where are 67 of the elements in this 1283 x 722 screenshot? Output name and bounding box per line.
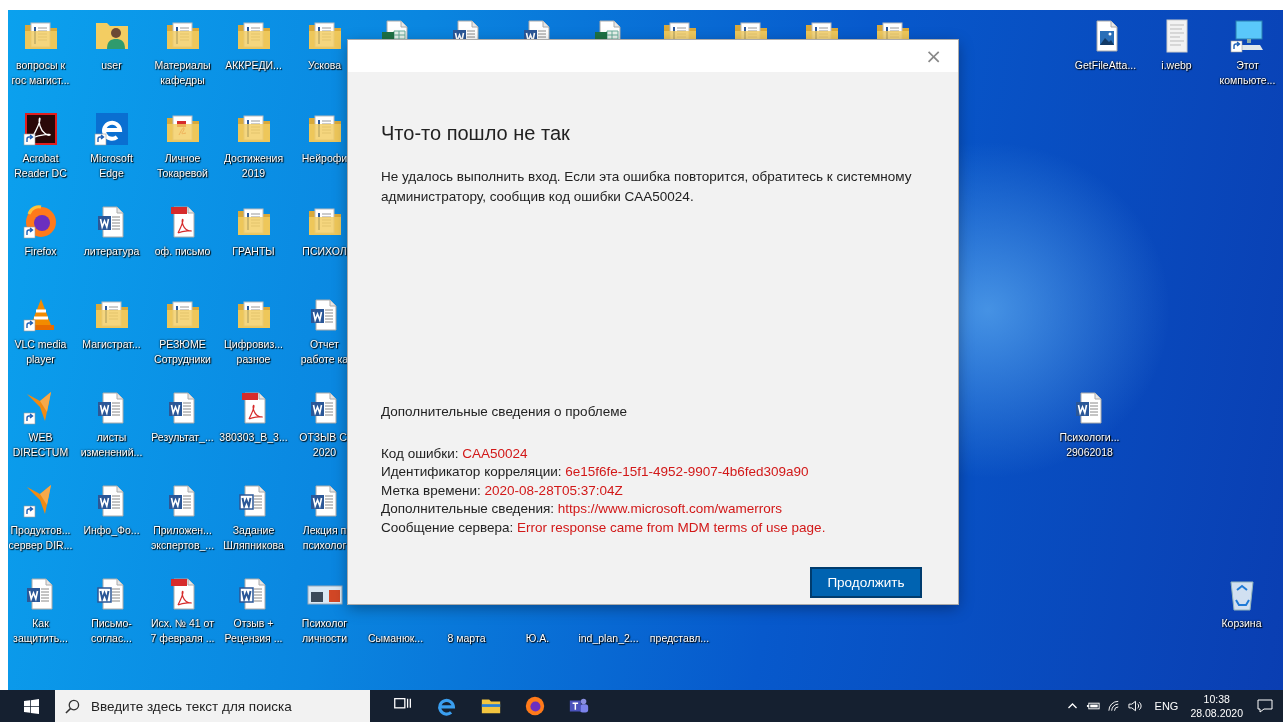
search-icon (65, 699, 80, 714)
detail-line: Идентификатор корреляции: 6e15f6fe-15f1-4952-9907-4b6fed309a90 (381, 463, 810, 481)
icon-label[interactable]: Отзыв + Рецензия ... (224, 616, 283, 646)
icon-label[interactable]: Материалы кафедры (154, 58, 211, 88)
detail-line: Сообщение сервера: Error response came from MDM terms of use page. (381, 518, 827, 537)
icon-label[interactable]: Microsoft Edge (90, 151, 133, 181)
browser-icon[interactable] (93, 111, 130, 147)
icon-label[interactable]: 8 марта (447, 631, 486, 646)
icon-label[interactable]: Задание Шляпникова (223, 523, 284, 553)
icon-label[interactable]: АККРЕДИ... (225, 58, 282, 73)
icon-label[interactable]: Лекция п психолог (302, 523, 347, 553)
icon-label[interactable]: РЕЗЮМЕ Сотрудники (154, 337, 211, 367)
icon-label[interactable]: оф. письмо (154, 244, 211, 259)
icon-label[interactable]: Ю.А. (525, 631, 550, 646)
icon-label[interactable]: GetFileAtta... (1074, 58, 1137, 73)
language-indicator[interactable]: ENG (1154, 700, 1179, 712)
icon-label[interactable]: 380303_В_3... (219, 430, 288, 445)
icon-label[interactable]: Сыманюк... (367, 631, 424, 646)
error-message: Не удалось выполнить вход. Если эта ошибка повторится, обратитесь к системному администратору, сообщив код ошибки CAA50024. (381, 168, 913, 206)
icon-label[interactable]: Инфо_Фо... (83, 523, 140, 538)
volume-icon[interactable] (1127, 700, 1143, 712)
icon-label[interactable]: литература (83, 244, 140, 259)
clock[interactable]: 10:38 28.08.2020 (1190, 692, 1243, 720)
icon-label[interactable]: Письмо- соглас... (91, 616, 132, 646)
icon-label[interactable]: Результат_... (151, 430, 214, 445)
icon-label[interactable]: Продуктов... сервер DIR... (8, 523, 73, 553)
icon-label[interactable]: Приложен... экспертов_... (150, 523, 215, 553)
icon-label[interactable]: Отчет работе ка (300, 337, 349, 367)
icon-label[interactable]: Исх. № 41 от 7 февраля ... (150, 616, 215, 646)
icon-label[interactable]: WEB DIRECTUM (12, 430, 69, 460)
icon-label[interactable]: Как защитить... (13, 616, 68, 646)
icon-label[interactable]: Acrobat Reader DC (14, 151, 67, 181)
fox-browser-icon[interactable] (22, 204, 59, 240)
icon-label[interactable]: Firefox (24, 244, 57, 259)
icon-label[interactable]: вопросы к гос магист... (11, 58, 70, 88)
dialog-heading: Что-то пошло не так (381, 122, 571, 145)
notification-icon[interactable] (1257, 698, 1273, 714)
icon-label[interactable]: Корзина (1221, 616, 1262, 631)
icon-label[interactable]: ПСИХОЛ (302, 244, 347, 259)
computer-icon[interactable] (1229, 18, 1266, 54)
fox-browser-icon[interactable] (524, 695, 546, 717)
icon-label[interactable]: Этот компьюте... (1219, 58, 1276, 88)
detail-line: Код ошибки: CAA50024 (381, 444, 529, 463)
icon-label[interactable]: VLC media player (14, 337, 67, 367)
icon-label[interactable]: Цифровиз... разное (224, 337, 283, 367)
icon-label[interactable]: Психолог личности (301, 616, 348, 646)
icon-label[interactable]: ГРАНТЫ (232, 244, 275, 259)
icon-label[interactable]: Ускова (307, 58, 342, 73)
search-field[interactable]: Введите здесь текст для поиска (55, 690, 370, 722)
icon-label[interactable]: Достижения 2019 (223, 151, 284, 181)
battery-icon[interactable] (1085, 700, 1101, 712)
icon-label[interactable]: ind_plan_2... (578, 631, 639, 646)
icon-label[interactable]: представл... (649, 631, 710, 646)
close-button[interactable]: × (921, 46, 946, 66)
icon-label[interactable]: Нейрофи (301, 151, 348, 166)
details-heading: Дополнительные сведения о проблеме (381, 403, 628, 419)
icon-label[interactable]: Психологи... 29062018 (1059, 430, 1120, 460)
detail-line: Метка времени: 2020-08-28T05:37:04Z (381, 481, 624, 500)
icon-label[interactable]: Личное Токаревой (157, 151, 208, 181)
continue-button[interactable]: Продолжить (810, 567, 922, 598)
icon-label[interactable]: листы изменений... (80, 430, 143, 460)
icon-label[interactable]: i.webp (1161, 58, 1192, 73)
icon-label[interactable]: user (101, 58, 122, 73)
icon-label[interactable]: Магистрат... (82, 337, 141, 352)
pdf-reader-icon[interactable] (22, 111, 59, 147)
detail-line: Дополнительные сведения: https://www.microsoft.com/wamerrors (381, 500, 784, 518)
start-icon[interactable] (24, 698, 39, 714)
